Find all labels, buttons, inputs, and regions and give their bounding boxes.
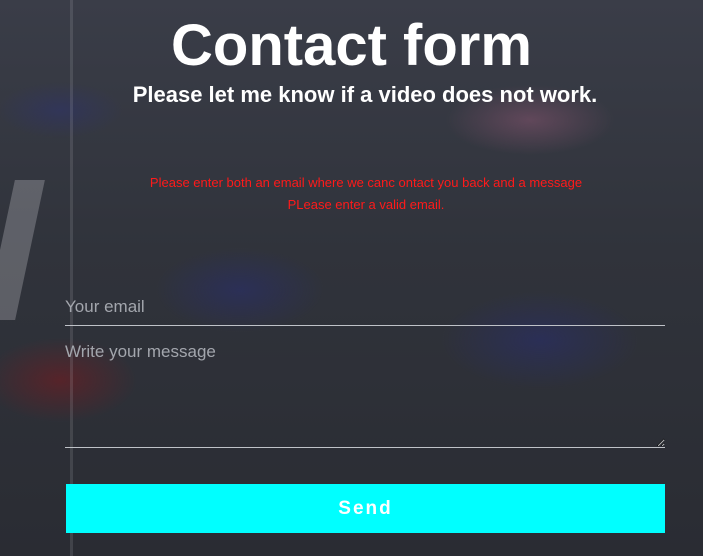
- page-title: Contact form: [171, 13, 532, 78]
- message-field[interactable]: [65, 338, 665, 448]
- email-field[interactable]: [65, 288, 665, 326]
- page-subtitle: Please let me know if a video does not w…: [132, 82, 598, 107]
- error-invalid-email: PLease enter a valid email.: [287, 197, 445, 212]
- send-button[interactable]: Send: [66, 484, 665, 533]
- error-missing-fields: Please enter both an email where we canc…: [149, 175, 583, 190]
- error-messages: Please enter both an email where we canc…: [0, 172, 703, 216]
